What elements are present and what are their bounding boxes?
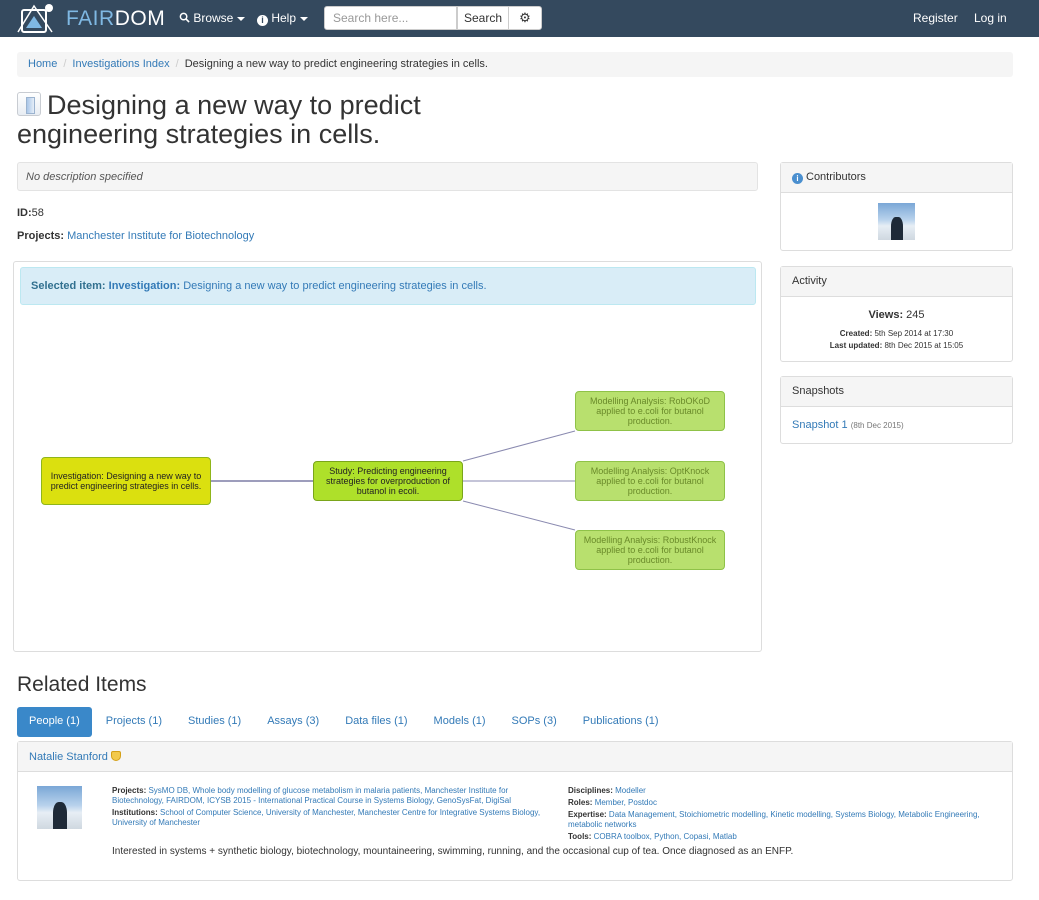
isa-graph-panel: Selected item: Investigation: Designing … [13,261,762,652]
caret-down-icon [300,16,309,21]
person-disciplines: Disciplines: Modeller [568,786,646,795]
activity-heading: Activity [781,267,1012,297]
edge-study-assay-1 [462,430,576,462]
snapshot-link[interactable]: Snapshot 1 [792,419,848,431]
register-link[interactable]: Register [913,11,958,25]
tab-publications[interactable]: Publications (1) [571,707,671,737]
search-input[interactable] [324,6,457,30]
search-button[interactable]: Search [457,6,509,30]
person-name-link[interactable]: Natalie Stanford [29,751,108,763]
activity-panel: Activity Views: 245 Created: 5th Sep 201… [780,266,1013,362]
person-bio: Interested in systems + synthetic biolog… [112,846,794,857]
project-link[interactable]: Manchester Institute for Biotechnology [67,230,254,242]
tab-sops[interactable]: SOPs (3) [500,707,569,737]
contributor-avatar[interactable] [878,203,915,240]
breadcrumb-separator: / [175,58,179,70]
tab-projects[interactable]: Projects (1) [94,707,174,737]
info-sign-icon: i [257,15,268,26]
top-navbar: FAIRDOM Browse i Help Search ⚙ Register … [0,0,1039,37]
breadcrumb-investigations-index[interactable]: Investigations Index [72,58,169,70]
updated-date: Last updated: 8th Dec 2015 at 15:05 [829,341,964,350]
id-field: ID:58 [17,207,44,219]
projects-field: Projects: Manchester Institute for Biote… [17,230,255,242]
description-box: No description specified [17,162,758,191]
assay-node-optknock[interactable]: Modelling Analysis: OptKnock applied to … [575,461,725,501]
related-items-tabs: People (1) Projects (1) Studies (1) Assa… [17,707,673,737]
assay-node-robustknock[interactable]: Modelling Analysis: RobustKnock applied … [575,530,725,570]
brand-logo[interactable]: FAIRDOM [16,2,165,35]
help-menu[interactable]: i Help [257,11,309,26]
activity-dates: Created: 5th Sep 2014 at 17:30 Last upda… [781,328,1012,352]
snapshot-date: (8th Dec 2015) [850,421,904,430]
contributors-heading: i Contributors [781,163,1012,193]
study-node[interactable]: Study: Predicting engineering strategies… [313,461,463,501]
investigation-avatar-icon [17,92,41,116]
breadcrumb: Home / Investigations Index / Designing a ne… [17,52,1013,77]
person-card: Natalie Stanford Projects: SysMO DB, Who… [17,741,1013,881]
tab-models[interactable]: Models (1) [422,707,498,737]
created-date: Created: 5th Sep 2014 at 17:30 [839,329,954,338]
browse-menu[interactable]: Browse [179,11,246,25]
person-details-right: Disciplines: Modeller Roles: Member, Pos… [568,786,988,844]
person-card-heading: Natalie Stanford [18,742,1012,772]
caret-down-icon [237,16,246,21]
login-link[interactable]: Log in [974,11,1007,25]
breadcrumb-current: Designing a new way to predict engineeri… [184,58,488,70]
investigation-node[interactable]: Investigation: Designing a new way to pr… [41,457,211,505]
breadcrumb-home[interactable]: Home [28,58,57,70]
tab-data-files[interactable]: Data files (1) [333,707,419,737]
person-tools: Tools: COBRA toolbox, Python, Copasi, Ma… [568,832,737,841]
snapshots-panel: Snapshots Snapshot 1 (8th Dec 2015) [780,376,1013,444]
person-expertise: Expertise: Data Management, Stoichiometr… [568,810,980,829]
pal-badge-icon [110,751,121,761]
person-projects: Projects: SysMO DB, Whole body modelling… [112,786,511,805]
person-roles: Roles: Member, Postdoc [568,798,657,807]
snapshots-heading: Snapshots [781,377,1012,407]
assay-node-robokod[interactable]: Modelling Analysis: RobOKoD applied to e… [575,391,725,431]
person-details-left: Projects: SysMO DB, Whole body modelling… [112,786,552,830]
fairdom-logo-icon [17,4,53,33]
breadcrumb-separator: / [63,58,67,70]
person-avatar[interactable] [37,786,82,829]
related-items-heading: Related Items [17,673,147,696]
search-icon [179,12,190,23]
tab-people[interactable]: People (1) [17,707,92,737]
info-icon: i [792,173,803,184]
search-settings-button[interactable]: ⚙ [508,6,542,30]
contributors-panel: i Contributors [780,162,1013,251]
gear-icon: ⚙ [519,10,531,25]
brand-name: FAIRDOM [66,6,166,30]
views-count: Views: 245 [868,309,925,321]
tab-studies[interactable]: Studies (1) [176,707,253,737]
page-title: Designing a new way to predict engineeri… [17,90,421,149]
person-institutions: Institutions: School of Computer Science… [112,808,541,827]
tab-assays[interactable]: Assays (3) [255,707,331,737]
edge-study-assay-3 [462,500,576,531]
